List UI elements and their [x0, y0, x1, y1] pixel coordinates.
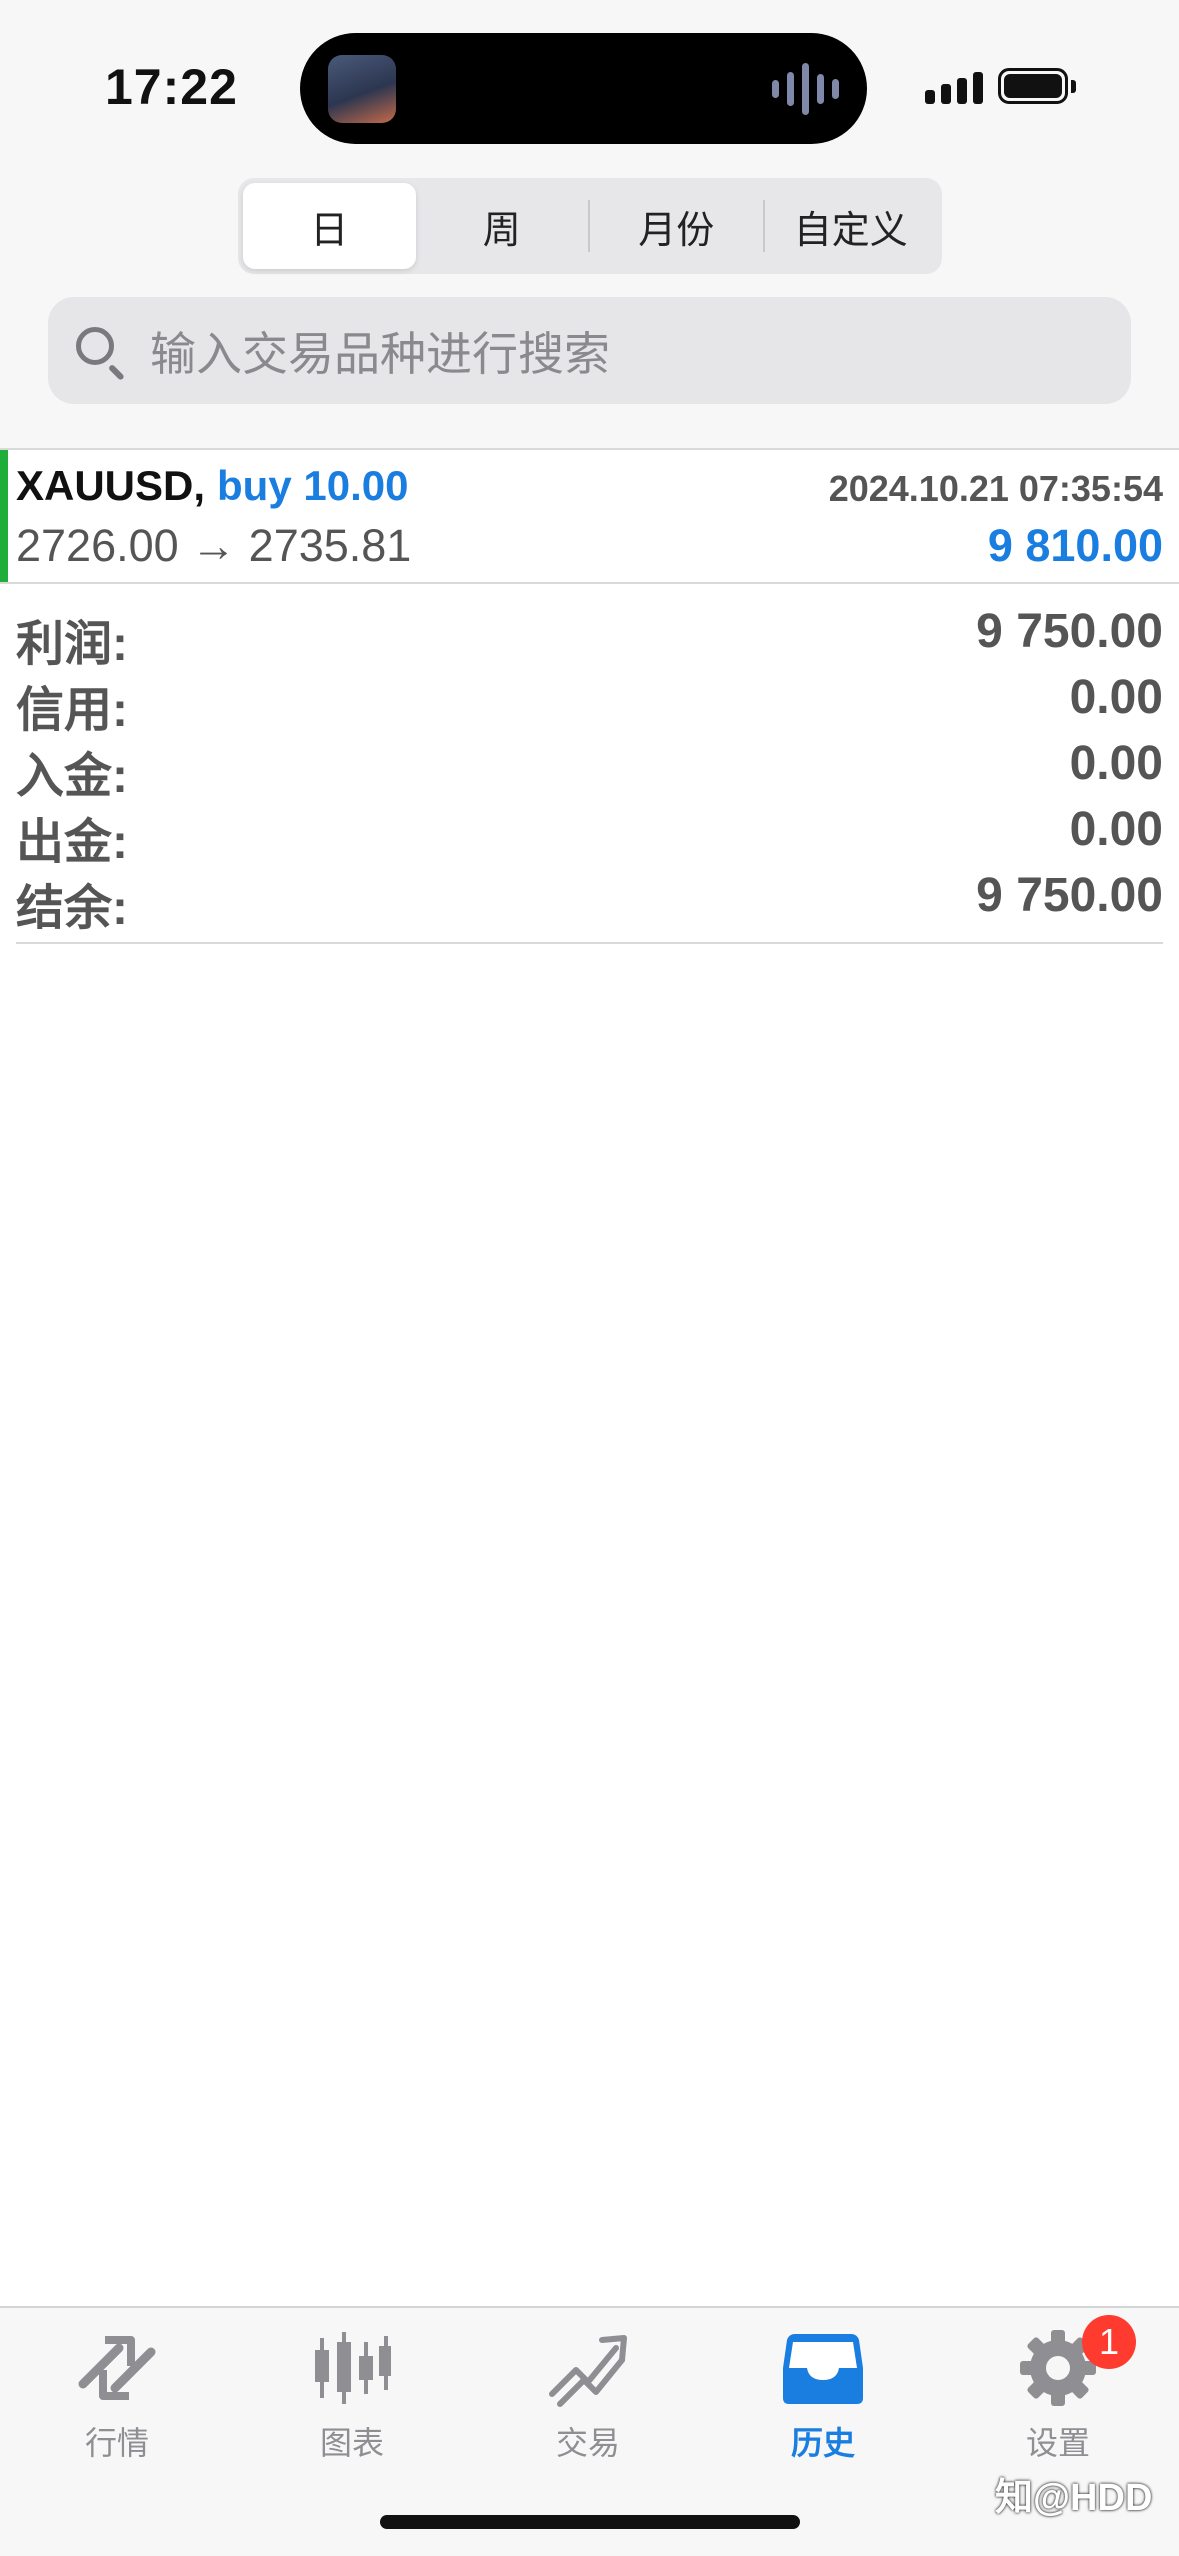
summary-label: 入金: — [16, 750, 128, 803]
summary-value: 9 750.00 — [976, 869, 1163, 922]
summary-value: 0.00 — [1069, 737, 1163, 790]
tab-label: 行情 — [84, 2425, 149, 2461]
summary-label: 信用: — [16, 684, 128, 737]
symbol-name: XAUUSD — [16, 462, 194, 509]
tab-charts[interactable]: 图表 — [272, 2328, 432, 2478]
tab-label: 交易 — [555, 2425, 620, 2461]
period-tab-day[interactable]: 日 — [243, 183, 416, 269]
account-summary: 利润: 9 750.00 信用: 0.00 入金: 0.00 出金: 0.00 … — [16, 600, 1163, 935]
summary-label: 利润: — [16, 618, 128, 671]
tab-label: 设置 — [1025, 2425, 1090, 2461]
tab-history[interactable]: 历史 — [743, 2328, 903, 2478]
trade-history-row[interactable]: XAUUSD, buy 10.00 2024.10.21 07:35:54 272… — [0, 448, 1179, 584]
tab-label: 图表 — [319, 2425, 384, 2461]
summary-row-withdrawal: 出金: 0.00 — [16, 798, 1163, 869]
summary-row-profit: 利润: 9 750.00 — [16, 600, 1163, 671]
summary-value: 0.00 — [1069, 671, 1163, 724]
now-playing-thumbnail — [328, 55, 396, 123]
trade-side-volume: buy 10.00 — [217, 462, 409, 509]
status-bar: 17:22 — [0, 0, 1179, 170]
dynamic-island[interactable] — [300, 33, 867, 144]
trade-open-close-prices: 2726.00 → 2735.81 — [16, 520, 412, 571]
summary-row-balance: 结余: 9 750.00 — [16, 864, 1163, 935]
period-segmented-control: 日 周 月份 自定义 — [238, 178, 942, 274]
period-tab-month[interactable]: 月份 — [590, 183, 763, 269]
status-time: 17:22 — [105, 59, 238, 115]
audio-waveform-icon — [772, 63, 839, 115]
search-placeholder: 输入交易品种进行搜索 — [150, 327, 610, 380]
summary-value: 9 750.00 — [976, 605, 1163, 658]
summary-divider — [16, 942, 1163, 944]
summary-value: 0.00 — [1069, 803, 1163, 856]
trade-symbol: XAUUSD, buy 10.00 — [16, 462, 408, 510]
period-tab-custom[interactable]: 自定义 — [765, 183, 938, 269]
symbol-separator: , — [193, 462, 206, 509]
home-indicator[interactable] — [380, 2515, 800, 2529]
cellular-signal-icon — [925, 72, 983, 104]
symbol-search-field[interactable]: 输入交易品种进行搜索 — [48, 297, 1131, 404]
period-tab-week[interactable]: 周 — [416, 183, 589, 269]
tab-label: 历史 — [790, 2425, 855, 2461]
history-inbox-icon — [781, 2328, 865, 2408]
quotes-icon — [75, 2328, 159, 2408]
summary-label: 出金: — [16, 816, 128, 869]
trade-trend-icon — [546, 2328, 630, 2408]
history-header: 日 周 月份 自定义 输入交易品种进行搜索 — [0, 170, 1179, 450]
summary-row-deposit: 入金: 0.00 — [16, 732, 1163, 803]
tab-quotes[interactable]: 行情 — [37, 2328, 197, 2478]
summary-row-credit: 信用: 0.00 — [16, 666, 1163, 737]
settings-notification-badge: 1 — [1082, 2315, 1136, 2369]
candlestick-chart-icon — [310, 2328, 394, 2408]
tab-trade[interactable]: 交易 — [508, 2328, 668, 2478]
trade-datetime: 2024.10.21 07:35:54 — [828, 468, 1163, 509]
battery-tip — [1071, 80, 1076, 93]
search-icon — [70, 321, 130, 381]
battery-icon — [998, 68, 1068, 104]
trade-profit: 9 810.00 — [987, 520, 1163, 571]
trade-direction-indicator — [0, 450, 8, 582]
summary-label: 结余: — [16, 882, 128, 935]
watermark: 知@HDD — [995, 2477, 1153, 2519]
